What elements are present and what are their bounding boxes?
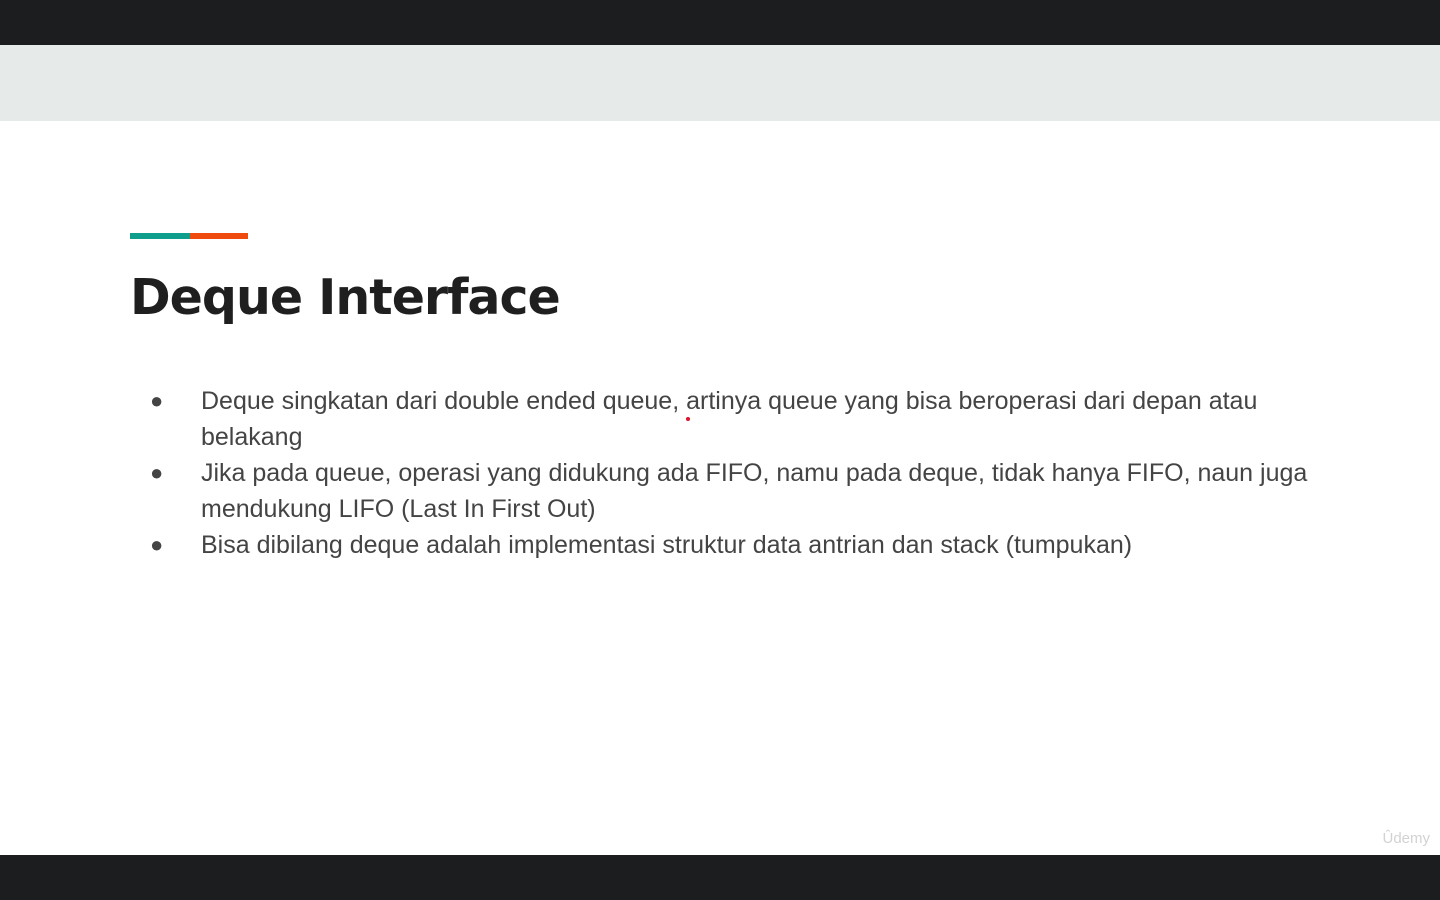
slide-header-band xyxy=(0,45,1440,121)
accent-orange-segment xyxy=(190,233,248,239)
accent-teal-segment xyxy=(130,233,190,239)
bullet-text: Jika pada queue, operasi yang didukung a… xyxy=(201,459,1308,523)
bullet-list: ● Deque singkatan dari double ended queu… xyxy=(150,383,1310,563)
laser-pointer-dot xyxy=(686,417,690,421)
bullet-icon: ● xyxy=(150,532,164,557)
video-letterbox-top xyxy=(0,0,1440,45)
video-letterbox-bottom xyxy=(0,855,1440,900)
bullet-icon: ● xyxy=(150,460,164,485)
slide-title: Deque Interface xyxy=(130,269,561,326)
bullet-item: ● Bisa dibilang deque adalah implementas… xyxy=(150,527,1310,563)
slide: Deque Interface ● Deque singkatan dari d… xyxy=(0,45,1440,855)
bullet-item: ● Deque singkatan dari double ended queu… xyxy=(150,383,1310,455)
title-accent-bar xyxy=(130,233,248,239)
bullet-icon: ● xyxy=(150,388,164,413)
bullet-text: Bisa dibilang deque adalah implementasi … xyxy=(201,531,1133,559)
bullet-item: ● Jika pada queue, operasi yang didukung… xyxy=(150,455,1310,527)
udemy-watermark: Ûdemy xyxy=(1382,830,1430,847)
bullet-text: Deque singkatan dari double ended queue,… xyxy=(201,387,1258,451)
